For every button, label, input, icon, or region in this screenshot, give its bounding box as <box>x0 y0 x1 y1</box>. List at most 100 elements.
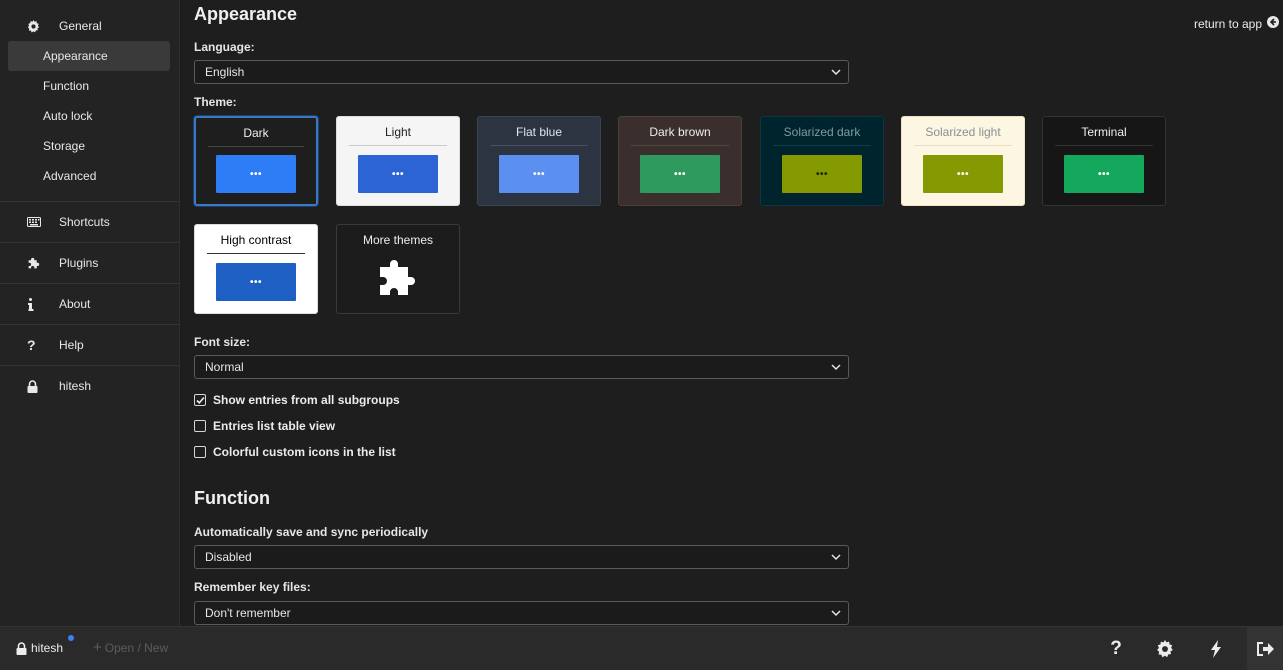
autosave-select[interactable]: Disabled <box>194 545 849 569</box>
sidebar-item-label: About <box>59 297 91 311</box>
language-select[interactable]: English <box>194 60 849 84</box>
sidebar-item-plugins[interactable]: Plugins <box>8 248 170 278</box>
more-themes-button[interactable]: More themes <box>336 224 460 314</box>
theme-card-solarized-dark[interactable]: Solarized dark ••• <box>760 116 884 206</box>
sidebar-item-label: Shortcuts <box>59 215 110 229</box>
language-label: Language: <box>194 40 255 54</box>
lock-icon <box>27 379 43 393</box>
sidebar-item-label: Plugins <box>59 256 99 270</box>
lock-app-button[interactable] <box>1255 639 1275 659</box>
plus-icon: + <box>93 639 102 656</box>
sidebar-item-label: Storage <box>43 139 86 153</box>
theme-card-light[interactable]: Light ••• <box>336 116 460 206</box>
sidebar-group-plugins: Plugins <box>0 243 179 284</box>
keyboard-icon <box>27 217 43 227</box>
help-button[interactable]: ? <box>1106 638 1126 659</box>
checkbox-unchecked[interactable] <box>194 420 206 432</box>
footer-bar: hitesh + Open / New ? <box>0 626 1283 670</box>
keyfiles-label: Remember key files: <box>194 580 311 594</box>
theme-preview-button: ••• <box>923 155 1003 193</box>
theme-preview-button: ••• <box>358 155 438 193</box>
theme-divider <box>349 145 447 146</box>
puzzle-icon <box>380 260 415 295</box>
theme-card-solarized-light[interactable]: Solarized light ••• <box>901 116 1025 206</box>
font-size-label: Font size: <box>194 335 250 349</box>
keyfiles-select[interactable]: Don't remember <box>194 601 849 625</box>
theme-preview-button: ••• <box>216 155 296 193</box>
question-icon: ? <box>27 337 36 353</box>
sidebar-item-advanced[interactable]: Advanced <box>8 161 170 191</box>
gear-icon <box>27 19 43 33</box>
theme-card-flat-blue[interactable]: Flat blue ••• <box>477 116 601 206</box>
footer-user-label: hitesh <box>31 641 64 655</box>
sign-out-icon <box>1257 642 1274 656</box>
checkbox-label: Colorful custom icons in the list <box>213 445 396 459</box>
theme-divider <box>773 145 871 146</box>
theme-preview-button: ••• <box>640 155 720 193</box>
chevron-down-icon <box>831 554 841 561</box>
theme-card-terminal[interactable]: Terminal ••• <box>1042 116 1166 206</box>
sidebar-item-appearance[interactable]: Appearance <box>8 41 170 71</box>
checkbox-label: Show entries from all subgroups <box>213 393 400 407</box>
theme-card-dark[interactable]: Dark ••• <box>194 116 318 206</box>
theme-name: Terminal <box>1081 125 1127 139</box>
theme-divider <box>208 146 304 147</box>
theme-name: Dark <box>243 126 269 140</box>
sidebar-item-storage[interactable]: Storage <box>8 131 170 161</box>
chevron-down-icon <box>831 610 841 617</box>
sidebar-item-function[interactable]: Function <box>8 71 170 101</box>
sidebar-item-label: Function <box>43 79 90 93</box>
sidebar-item-label: Advanced <box>43 169 97 183</box>
theme-name: Solarized light <box>925 125 1001 139</box>
sidebar-item-help[interactable]: ? Help <box>8 330 170 360</box>
sidebar-item-user[interactable]: hitesh <box>8 371 170 401</box>
sidebar-item-about[interactable]: About <box>8 289 170 319</box>
lock-app-area <box>1247 627 1283 670</box>
info-icon <box>27 297 43 311</box>
sidebar-item-shortcuts[interactable]: Shortcuts <box>8 207 170 237</box>
generator-button[interactable] <box>1206 639 1226 659</box>
return-label: return to app <box>1193 16 1262 31</box>
font-size-select[interactable]: Normal <box>194 355 849 379</box>
checkmark-icon <box>196 396 205 404</box>
font-size-value: Normal <box>205 360 244 374</box>
gear-icon <box>1157 640 1173 658</box>
autosave-value: Disabled <box>205 550 252 564</box>
footer-user-button[interactable]: hitesh <box>16 635 74 655</box>
theme-divider <box>490 145 588 146</box>
theme-card-dark-brown[interactable]: Dark brown ••• <box>618 116 742 206</box>
chevron-down-icon <box>831 364 841 371</box>
sidebar-item-label: Auto lock <box>43 109 93 123</box>
theme-preview-button: ••• <box>499 155 579 193</box>
function-heading: Function <box>194 488 270 508</box>
theme-name: Flat blue <box>515 125 563 139</box>
sidebar-item-general[interactable]: General <box>8 11 170 41</box>
open-new-button[interactable]: + Open / New <box>93 639 169 656</box>
keyfiles-value: Don't remember <box>205 606 291 620</box>
appearance-heading: Appearance <box>194 4 298 24</box>
colorful-icons-checkbox[interactable]: Colorful custom icons in the list <box>194 445 396 459</box>
show-subgroups-checkbox[interactable]: Show entries from all subgroups <box>194 393 400 407</box>
theme-card-high-contrast[interactable]: High contrast ••• <box>194 224 318 314</box>
sidebar-item-label: Appearance <box>43 49 108 63</box>
checkbox-unchecked[interactable] <box>194 446 206 458</box>
theme-name: Dark brown <box>649 125 711 139</box>
sidebar-group-about: About <box>0 284 179 325</box>
sidebar-item-auto-lock[interactable]: Auto lock <box>8 101 170 131</box>
theme-name: High contrast <box>220 233 292 247</box>
settings-button[interactable] <box>1155 639 1175 659</box>
sidebar-group-help: ? Help <box>0 325 179 366</box>
sidebar-item-label: hitesh <box>59 379 92 393</box>
sidebar-item-label: General <box>59 19 102 33</box>
theme-preview-button: ••• <box>782 155 862 193</box>
theme-name: Solarized dark <box>783 125 861 139</box>
puzzle-icon <box>27 257 43 270</box>
open-new-label: Open / New <box>104 641 169 655</box>
table-view-checkbox[interactable]: Entries list table view <box>194 419 335 433</box>
checkbox-checked[interactable] <box>194 394 206 406</box>
theme-label: Theme: <box>194 95 237 109</box>
return-to-app-link[interactable]: return to app <box>1194 16 1279 31</box>
theme-divider <box>914 145 1012 146</box>
sidebar-group-user: hitesh <box>0 366 179 406</box>
chevron-down-icon <box>831 69 841 76</box>
